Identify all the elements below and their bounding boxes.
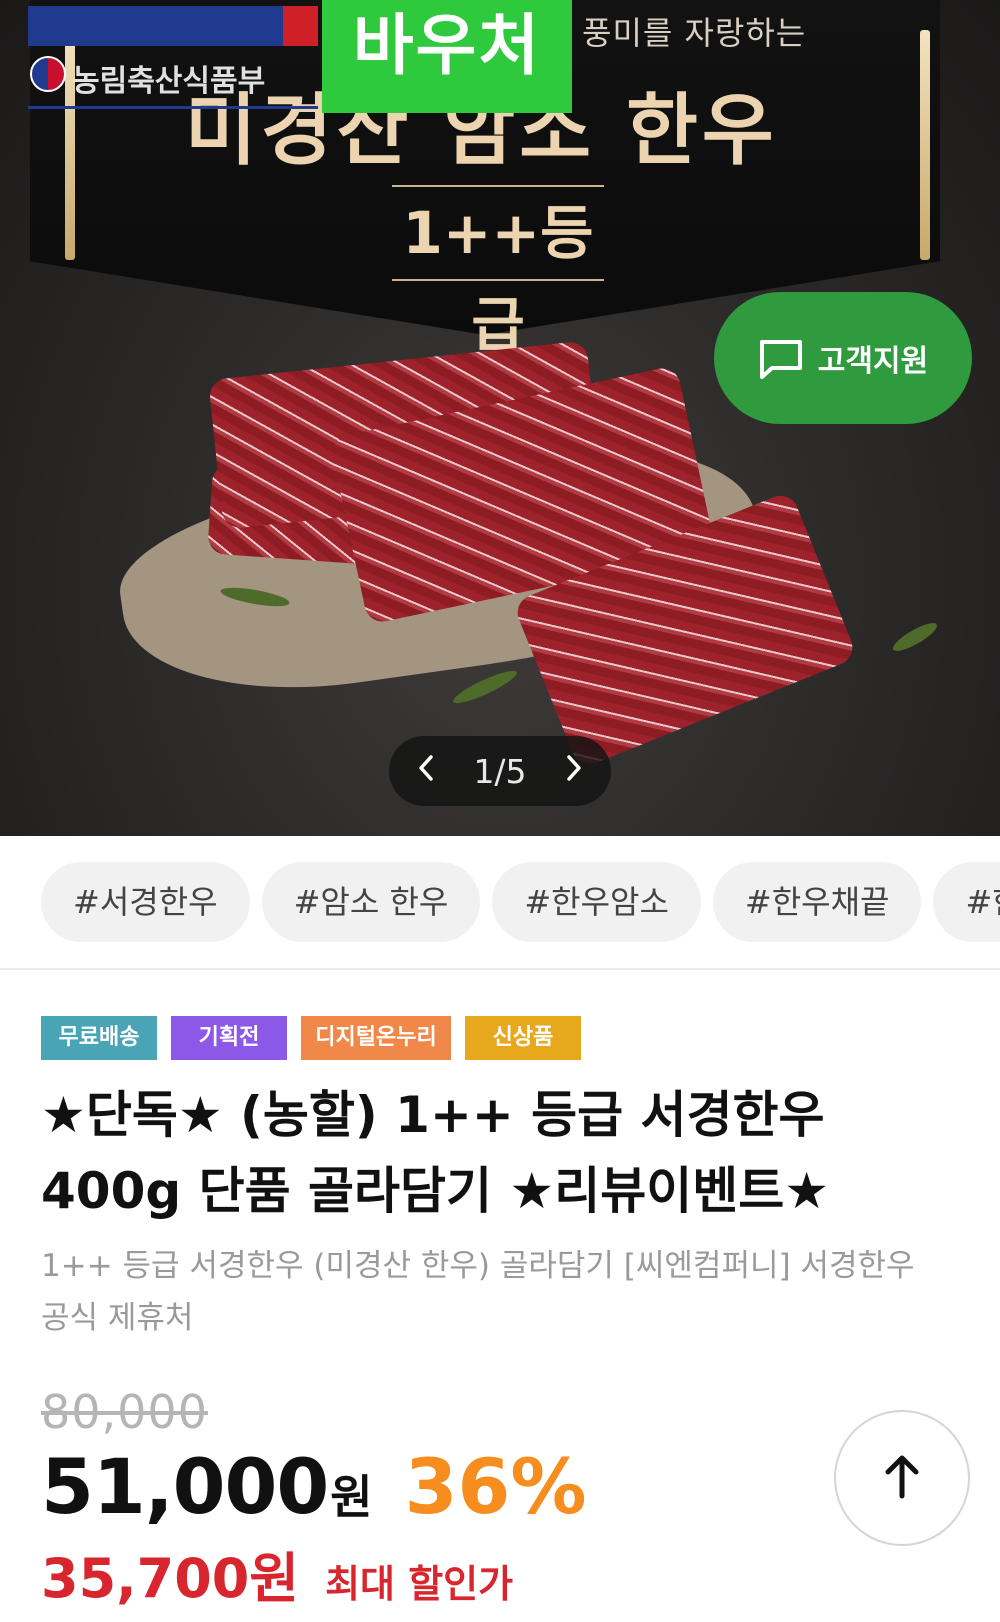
chevron-left-icon[interactable] [417, 754, 435, 788]
hashtag-chip[interactable]: #서경한우 [41, 862, 250, 942]
badge-new-product: 신상품 [465, 1016, 581, 1060]
arrow-up-icon [880, 1452, 924, 1504]
discount-rate: 36% [404, 1442, 587, 1531]
herb-garnish [450, 665, 520, 709]
max-discount-row: 35,700원 최대 할인가 [41, 1534, 513, 1613]
gold-frame-right [920, 30, 930, 260]
sale-price-row: 51,000 원 36% [41, 1442, 587, 1531]
max-discount-price: 35,700원 [41, 1547, 300, 1610]
sale-price: 51,000 [41, 1442, 329, 1531]
scroll-to-top-button[interactable] [834, 1410, 970, 1546]
hashtag-chip[interactable]: #암소 한우 [261, 862, 481, 942]
chat-icon [758, 338, 804, 379]
badge-row: 무료배송 기획전 디지털온누리 신상품 [41, 1016, 581, 1060]
product-title: ★단독★ (농할) 1++ 등급 서경한우 400g 단품 골라담기 ★리뷰이벤… [41, 1086, 830, 1220]
customer-support-label: 고객지원 [817, 344, 929, 379]
hero-grade: 1++등급 [392, 185, 604, 359]
badge-digital-onnuri: 디지털온누리 [301, 1016, 451, 1060]
carousel-page-indicator: 1/5 [473, 751, 527, 791]
hashtag-chip[interactable]: #한우 [933, 862, 1000, 942]
customer-support-button[interactable]: 고객지원 [714, 292, 972, 424]
hashtag-chip[interactable]: #한우암소 [492, 862, 701, 942]
gov-name: 농림축산식품부 [72, 64, 266, 99]
carousel-pager: 1/5 [389, 736, 611, 806]
section-divider [0, 968, 1000, 970]
herb-garnish [889, 618, 941, 656]
chevron-right-icon[interactable] [565, 754, 583, 788]
max-discount-label: 최대 할인가 [325, 1562, 514, 1606]
currency-unit: 원 [330, 1470, 373, 1524]
original-price: 80,000 [41, 1385, 208, 1439]
voucher-label: 바우처 [322, 0, 572, 113]
badge-promotion: 기획전 [171, 1016, 287, 1060]
hashtag-list: #서경한우#암소 한우#한우암소#한우채끝#한우 [41, 862, 1000, 942]
hashtag-chip[interactable]: #한우채끝 [712, 862, 922, 942]
product-subtitle: 1++ 등급 서경한우 (미경산 한우) 골라담기 [씨엔컴퍼니] 서경한우 공… [41, 1248, 915, 1336]
product-image-carousel[interactable]: 풍미를 자랑하는 미경산 암소 한우 1++등급 농림축산식품부 바우처 고객지… [0, 0, 1000, 836]
hero-subtitle: 풍미를 자랑하는 [582, 14, 807, 52]
gov-emblem-icon [30, 56, 66, 92]
badge-free-shipping: 무료배송 [41, 1016, 157, 1060]
